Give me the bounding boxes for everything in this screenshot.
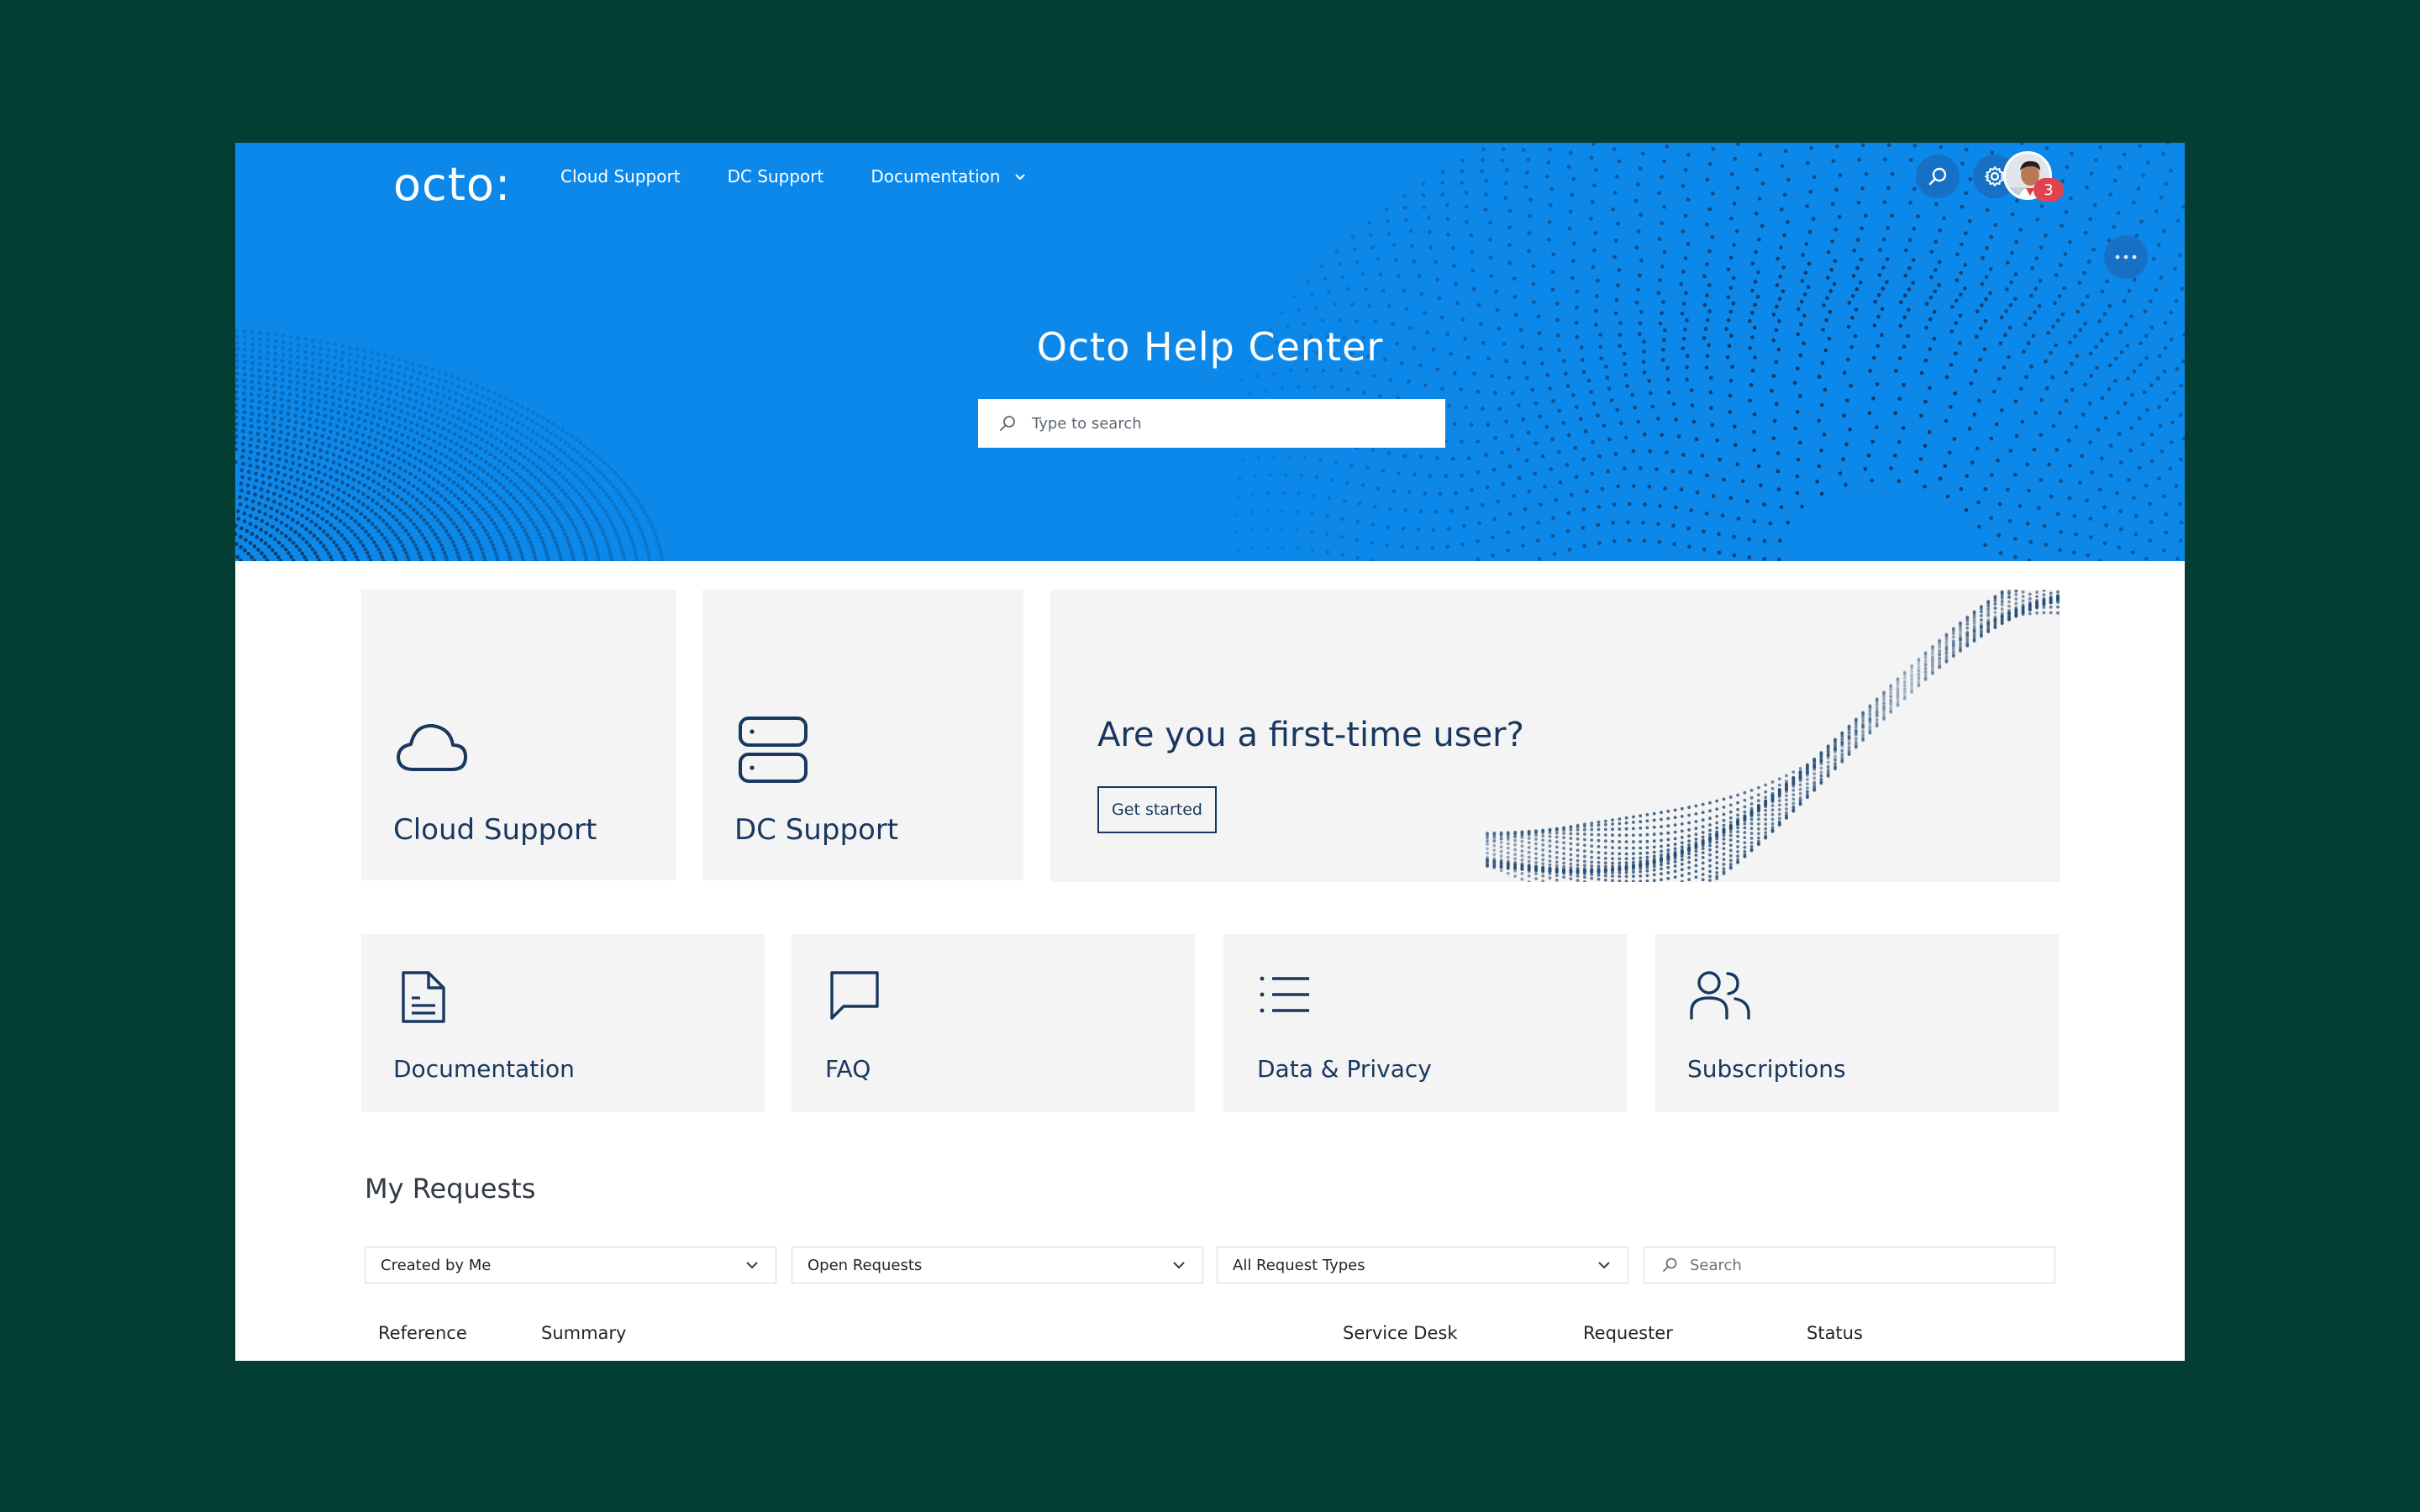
help-center-window: octo: Cloud Support DC Support Documenta… [235, 143, 2185, 1361]
notification-badge: 3 [2033, 178, 2064, 202]
chevron-down-icon [1173, 1262, 1185, 1269]
filter-status-select[interactable]: Open Requests [792, 1247, 1203, 1284]
users-icon [1690, 971, 1750, 1020]
filter-status-value: Open Requests [808, 1256, 923, 1274]
filter-request-types-value: All Request Types [1233, 1256, 1365, 1274]
nav-dc-support[interactable]: DC Support [728, 166, 824, 186]
list-icon [1260, 976, 1309, 1013]
hero-banner: octo: Cloud Support DC Support Documenta… [235, 143, 2185, 561]
card-dc-support[interactable]: DC Support [702, 590, 1023, 880]
top-nav: Cloud Support DC Support Documentation [560, 166, 1075, 186]
ellipsis-icon [2115, 255, 2137, 260]
octo-logo[interactable]: octo: [393, 158, 511, 211]
search-icon [1663, 1257, 1677, 1272]
document-icon [402, 971, 445, 1023]
filter-request-types-select[interactable]: All Request Types [1217, 1247, 1628, 1284]
card-cloud-support[interactable]: Cloud Support [361, 590, 676, 880]
server-icon [739, 717, 808, 783]
card-cloud-support-label: Cloud Support [393, 813, 597, 847]
card-documentation[interactable]: Documentation [361, 934, 765, 1112]
card-faq-label: FAQ [825, 1055, 871, 1083]
cloud-icon [397, 723, 467, 771]
column-header-service-desk[interactable]: Service Desk [1343, 1323, 1457, 1343]
chevron-down-icon [746, 1262, 758, 1269]
card-data-privacy[interactable]: Data & Privacy [1223, 934, 1627, 1112]
more-options-button[interactable] [2104, 235, 2148, 279]
card-subscriptions[interactable]: Subscriptions [1655, 934, 2059, 1112]
card-first-time-user: Are you a first-time user? Get started [1050, 590, 2060, 882]
card-documentation-label: Documentation [393, 1055, 575, 1083]
column-header-reference[interactable]: Reference [378, 1323, 467, 1343]
nav-cloud-support[interactable]: Cloud Support [560, 166, 681, 186]
first-time-user-title: Are you a first-time user? [1097, 716, 1524, 754]
nav-cloud-support-label: Cloud Support [560, 166, 681, 186]
filter-created-by-value: Created by Me [381, 1256, 492, 1274]
chevron-down-icon [1014, 174, 1025, 181]
nav-documentation[interactable]: Documentation [871, 166, 1027, 186]
nav-dc-support-label: DC Support [727, 166, 824, 186]
column-header-summary[interactable]: Summary [541, 1323, 626, 1343]
requests-search-placeholder: Search [1690, 1256, 1742, 1274]
search-icon [1000, 416, 1015, 431]
card-subscriptions-label: Subscriptions [1687, 1055, 1846, 1083]
filter-created-by-select[interactable]: Created by Me [365, 1247, 776, 1284]
my-requests-title: My Requests [365, 1173, 536, 1205]
hero-title: Octo Help Center [1036, 324, 1384, 370]
get-started-button[interactable]: Get started [1097, 786, 1217, 833]
hero-search-placeholder: Type to search [1032, 414, 1142, 433]
column-header-requester[interactable]: Requester [1583, 1323, 1673, 1343]
card-data-privacy-label: Data & Privacy [1257, 1055, 1432, 1083]
header-search-button[interactable] [1916, 155, 1960, 198]
search-icon [1928, 167, 1947, 186]
nav-documentation-label: Documentation [871, 166, 1001, 186]
chevron-down-icon [1598, 1262, 1610, 1269]
card-dc-support-label: DC Support [734, 813, 899, 847]
requests-search-input[interactable]: Search [1644, 1247, 2055, 1284]
hero-search-box[interactable]: Type to search [978, 399, 1445, 448]
speech-bubble-icon [830, 971, 879, 1020]
column-header-status[interactable]: Status [1807, 1323, 1863, 1343]
card-faq[interactable]: FAQ [792, 934, 1195, 1112]
